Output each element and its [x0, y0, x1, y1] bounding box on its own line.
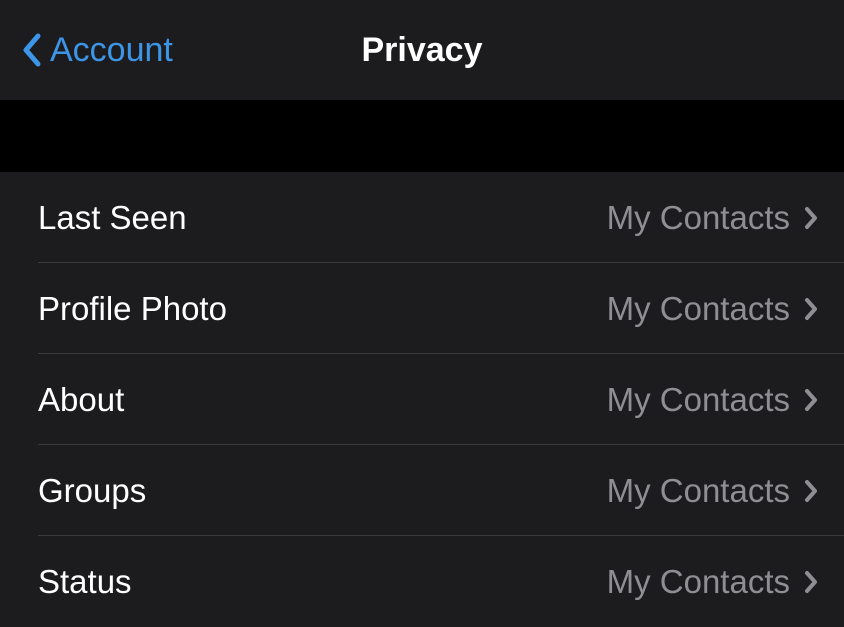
chevron-left-icon	[20, 32, 42, 68]
row-label: Status	[38, 563, 132, 601]
row-groups[interactable]: Groups My Contacts	[0, 445, 844, 536]
chevron-right-icon	[804, 570, 818, 594]
row-label: Groups	[38, 472, 146, 510]
row-right: My Contacts	[607, 472, 818, 510]
row-right: My Contacts	[607, 290, 818, 328]
row-label: Profile Photo	[38, 290, 227, 328]
row-about[interactable]: About My Contacts	[0, 354, 844, 445]
row-value: My Contacts	[607, 563, 790, 601]
row-right: My Contacts	[607, 381, 818, 419]
chevron-right-icon	[804, 297, 818, 321]
row-label: About	[38, 381, 124, 419]
row-right: My Contacts	[607, 199, 818, 237]
page-title: Privacy	[362, 31, 483, 70]
header-bar: Account Privacy	[0, 0, 844, 100]
back-label: Account	[50, 31, 173, 70]
row-value: My Contacts	[607, 199, 790, 237]
row-label: Last Seen	[38, 199, 187, 237]
row-last-seen[interactable]: Last Seen My Contacts	[0, 172, 844, 263]
chevron-right-icon	[804, 388, 818, 412]
row-value: My Contacts	[607, 290, 790, 328]
row-right: My Contacts	[607, 563, 818, 601]
settings-list: Last Seen My Contacts Profile Photo My Cont…	[0, 172, 844, 627]
chevron-right-icon	[804, 479, 818, 503]
row-status[interactable]: Status My Contacts	[0, 536, 844, 627]
row-value: My Contacts	[607, 381, 790, 419]
row-profile-photo[interactable]: Profile Photo My Contacts	[0, 263, 844, 354]
back-button[interactable]: Account	[20, 31, 173, 70]
chevron-right-icon	[804, 206, 818, 230]
section-spacer	[0, 100, 844, 172]
row-value: My Contacts	[607, 472, 790, 510]
